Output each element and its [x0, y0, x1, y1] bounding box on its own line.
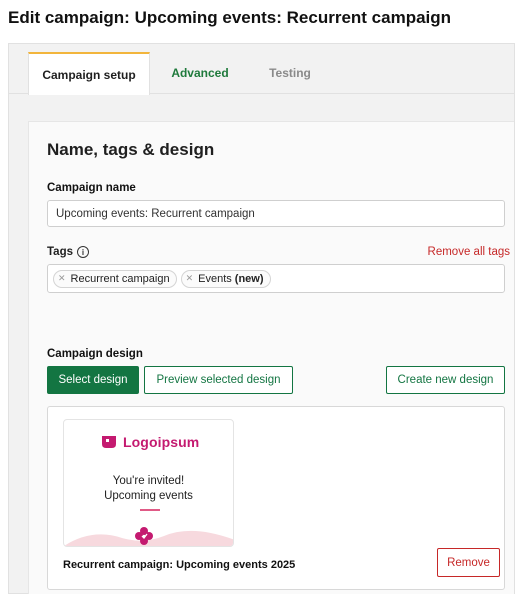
design-thumbnail[interactable]: Logoipsum You're invited! Upcoming event…: [63, 419, 234, 547]
tag-label: Recurrent campaign: [70, 272, 170, 285]
thumbnail-divider: [140, 509, 160, 511]
campaign-design-label: Campaign design: [47, 348, 143, 360]
tab-advanced[interactable]: Advanced: [165, 52, 235, 94]
tag-label: Events: [198, 272, 232, 285]
select-design-button[interactable]: Select design: [47, 366, 139, 394]
setup-panel: Name, tags & design Campaign name Upcomi…: [28, 121, 514, 594]
info-icon[interactable]: i: [77, 246, 89, 258]
page-title: Edit campaign: Upcoming events: Recurren…: [8, 8, 452, 27]
tags-input[interactable]: ✕ Recurrent campaign ✕ Events (new): [47, 264, 505, 293]
tab-bar: Campaign setup Advanced Testing: [9, 44, 514, 95]
logo-text: Logoipsum: [123, 434, 200, 450]
tag-chip: ✕ Events (new): [180, 269, 271, 288]
campaign-name-value: Upcoming events: Recurrent campaign: [56, 207, 255, 220]
selected-design-card: Logoipsum You're invited! Upcoming event…: [47, 406, 505, 590]
campaign-editor: Campaign setup Advanced Testing Name, ta…: [8, 43, 515, 594]
remove-all-tags-link[interactable]: Remove all tags: [428, 246, 510, 258]
section-title: Name, tags & design: [47, 140, 215, 159]
tags-label-group: Tags i: [47, 246, 89, 258]
tag-chip: ✕ Recurrent campaign: [53, 269, 177, 288]
campaign-name-label: Campaign name: [47, 182, 136, 194]
tab-testing[interactable]: Testing: [255, 52, 325, 94]
remove-tag-icon[interactable]: ✕: [58, 273, 66, 284]
logo: Logoipsum: [100, 434, 199, 450]
preview-design-button[interactable]: Preview selected design: [144, 366, 293, 394]
tab-campaign-setup[interactable]: Campaign setup: [28, 52, 150, 95]
thumbnail-headline: You're invited! Upcoming events: [64, 474, 233, 504]
logo-mark-icon: [102, 436, 116, 448]
selected-design-name: Recurrent campaign: Upcoming events 2025: [63, 559, 296, 571]
campaign-name-input[interactable]: Upcoming events: Recurrent campaign: [47, 200, 505, 227]
tag-new-badge: (new): [234, 272, 264, 285]
create-new-design-button[interactable]: Create new design: [386, 366, 505, 394]
thumbnail-line-1: You're invited!: [112, 475, 185, 487]
thumbnail-line-2: Upcoming events: [104, 490, 193, 502]
remove-design-button[interactable]: Remove: [437, 548, 500, 577]
wave-decoration-icon: [64, 527, 233, 546]
tags-label: Tags: [47, 246, 73, 258]
remove-tag-icon[interactable]: ✕: [186, 273, 194, 284]
